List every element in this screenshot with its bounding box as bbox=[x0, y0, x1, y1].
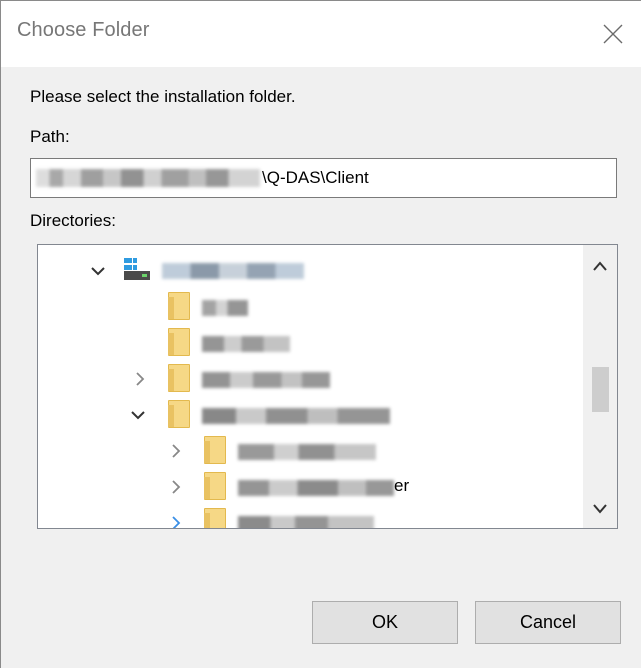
choose-folder-dialog: Choose Folder Please select the installa… bbox=[0, 0, 641, 668]
tree-item-label-redacted bbox=[238, 444, 376, 460]
close-icon bbox=[603, 24, 623, 44]
chevron-right-icon[interactable] bbox=[132, 371, 148, 387]
path-input[interactable]: \Q-DAS\Client bbox=[30, 158, 617, 198]
folder-icon bbox=[204, 472, 226, 500]
folder-icon bbox=[168, 292, 190, 320]
instruction-text: Please select the installation folder. bbox=[30, 87, 296, 106]
folder-icon bbox=[168, 364, 190, 392]
tree-item-label-redacted bbox=[202, 372, 330, 388]
chevron-right-icon[interactable] bbox=[168, 443, 184, 459]
tree-item-label-redacted bbox=[202, 408, 390, 424]
title-bar: Choose Folder bbox=[1, 1, 641, 67]
tree-item-folder[interactable] bbox=[38, 505, 578, 529]
folder-icon bbox=[204, 508, 226, 528]
tree-item-folder[interactable] bbox=[38, 397, 578, 433]
tree-item-folder[interactable]: er bbox=[38, 469, 578, 505]
chevron-right-icon[interactable] bbox=[168, 515, 184, 529]
chevron-down-icon[interactable] bbox=[130, 407, 146, 423]
tree-item-label-redacted bbox=[202, 336, 290, 352]
ok-button[interactable]: OK bbox=[312, 601, 458, 644]
chevron-up-icon bbox=[593, 261, 607, 271]
tree-item-label-redacted bbox=[162, 263, 304, 279]
tree-item-label-redacted bbox=[238, 516, 374, 528]
tree-item-label-tail: er bbox=[394, 476, 410, 495]
folder-icon bbox=[168, 328, 190, 356]
tree-item-folder[interactable] bbox=[38, 361, 578, 397]
dialog-title: Choose Folder bbox=[17, 19, 150, 41]
tree-item-label-redacted bbox=[238, 480, 394, 496]
chevron-down-icon bbox=[593, 504, 607, 514]
scroll-up-button[interactable] bbox=[583, 251, 617, 281]
scroll-down-button[interactable] bbox=[583, 494, 617, 524]
folder-icon bbox=[168, 400, 190, 428]
tree-item-folder[interactable] bbox=[38, 325, 578, 361]
cancel-button[interactable]: Cancel bbox=[475, 601, 621, 644]
drive-icon bbox=[124, 258, 150, 280]
folder-icon bbox=[204, 436, 226, 464]
chevron-right-icon[interactable] bbox=[168, 479, 184, 495]
tree-item-drive[interactable] bbox=[38, 253, 578, 289]
path-redacted-segment bbox=[36, 169, 260, 187]
vertical-scrollbar[interactable] bbox=[583, 245, 617, 528]
directory-tree[interactable]: er bbox=[37, 244, 618, 529]
path-label: Path: bbox=[30, 127, 70, 146]
scroll-thumb[interactable] bbox=[592, 367, 609, 412]
directories-label: Directories: bbox=[30, 211, 116, 230]
chevron-down-icon[interactable] bbox=[90, 263, 106, 279]
close-button[interactable] bbox=[585, 1, 641, 67]
tree-item-folder[interactable] bbox=[38, 289, 578, 325]
tree-item-folder[interactable] bbox=[38, 433, 578, 469]
path-value-tail: \Q-DAS\Client bbox=[262, 168, 369, 187]
tree-item-label-redacted bbox=[202, 300, 248, 316]
